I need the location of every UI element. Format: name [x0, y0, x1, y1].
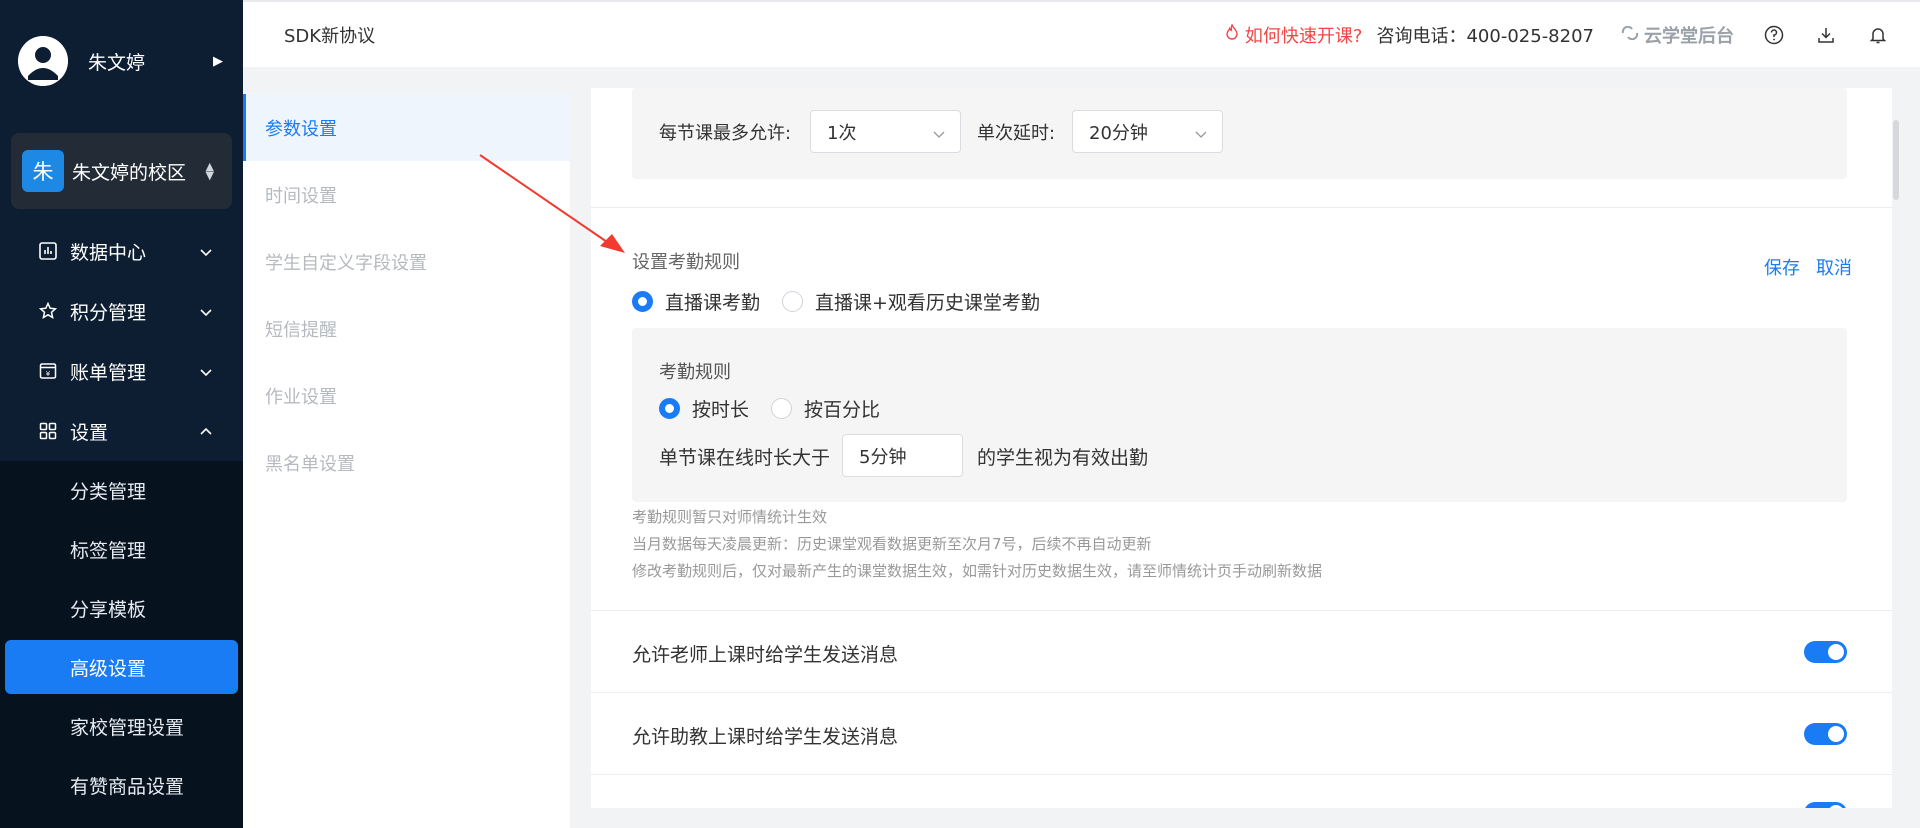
rule-type-group: 按时长 按百分比: [659, 395, 902, 422]
toggle-knob: [1828, 644, 1844, 660]
attendance-note: 当月数据每天凌晨更新：历史课堂观看数据更新至次月7号，后续不再自动更新: [632, 535, 1152, 553]
submenu-item-share-template[interactable]: 分享模板: [0, 579, 243, 638]
divider: [591, 774, 1892, 775]
chevron-down-icon: [199, 302, 213, 324]
duration-suffix: 的学生视为有效出勤: [977, 447, 1149, 469]
attendance-note: 考勤规则暂只对师情统计生效: [632, 508, 828, 526]
menu-label: 账单管理: [70, 361, 147, 384]
bill-icon: ¥: [38, 361, 58, 381]
divider: [591, 692, 1892, 693]
chevron-down-icon: [932, 125, 946, 146]
menu-item-bills[interactable]: ¥ 账单管理: [0, 341, 243, 401]
subnav-blacklist[interactable]: 黑名单设置: [243, 429, 570, 496]
menu-item-settings[interactable]: 设置: [0, 401, 243, 461]
duration-prefix: 单节课在线时长大于: [659, 447, 831, 469]
page-title: SDK新协议: [284, 25, 376, 47]
submenu-item-tags[interactable]: 标签管理: [0, 520, 243, 579]
campus-name: 朱文婷的校区: [72, 161, 187, 184]
campus-badge: 朱: [22, 150, 64, 192]
max-delay-select[interactable]: 1次: [810, 110, 961, 153]
menu-item-points[interactable]: 积分管理: [0, 281, 243, 341]
radio-live-attendance[interactable]: [632, 291, 653, 312]
backend-label: 云学堂后台: [1644, 25, 1734, 47]
toggle-assistant-msg[interactable]: [1804, 723, 1847, 745]
top-header: SDK新协议 如何快速开课? 咨询电话：400-025-8207 云学堂后台: [243, 0, 1920, 67]
user-profile[interactable]: 朱文婷 ▶: [0, 0, 243, 122]
submenu-item-advanced[interactable]: 高级设置: [5, 640, 238, 694]
submenu-item-category[interactable]: 分类管理: [0, 461, 243, 520]
phone-label: 咨询电话：400-025-8207: [1376, 25, 1594, 47]
toggle-knob: [1828, 726, 1844, 742]
user-avatar-icon: [18, 36, 68, 86]
chevron-down-icon: [199, 362, 213, 384]
attendance-mode-group: 直播课考勤 直播课+观看历史课堂考勤: [632, 288, 1062, 315]
quick-start-label: 如何快速开课?: [1244, 25, 1363, 47]
duration-input[interactable]: 5分钟: [842, 434, 963, 477]
caret-right-icon[interactable]: ▶: [213, 54, 223, 69]
toggle-label-teacher-msg: 允许老师上课时给学生发送消息: [632, 644, 899, 666]
campus-switcher[interactable]: 朱 朱文婷的校区 ▲ ▼: [11, 133, 232, 209]
max-delay-label: 每节课最多允许:: [659, 123, 792, 144]
attendance-title: 设置考勤规则: [632, 252, 740, 273]
user-name: 朱文婷: [88, 51, 146, 74]
radio-label: 直播课考勤: [665, 292, 761, 314]
sidebar: 朱文婷 ▶ 朱 朱文婷的校区 ▲ ▼ 数据中心 积分管理 ¥ 账单管理 设置 分…: [0, 0, 243, 828]
divider: [591, 207, 1892, 208]
chevron-up-icon: [199, 422, 213, 444]
chevron-down-icon: [1194, 125, 1208, 146]
svg-text:¥: ¥: [46, 370, 51, 378]
subnav-student-fields[interactable]: 学生自定义字段设置: [243, 228, 570, 295]
bell-icon[interactable]: [1866, 23, 1890, 47]
subnav-sms[interactable]: 短信提醒: [243, 295, 570, 362]
radio-label: 按时长: [692, 399, 750, 421]
chart-icon: [38, 241, 58, 261]
menu-label: 数据中心: [70, 241, 147, 264]
chevron-down-icon: [199, 242, 213, 264]
subnav-time[interactable]: 时间设置: [243, 161, 570, 228]
toggle-partial[interactable]: [1804, 802, 1847, 808]
subnav-homework[interactable]: 作业设置: [243, 362, 570, 429]
cancel-button[interactable]: 取消: [1816, 254, 1852, 280]
toggle-knob: [1828, 805, 1844, 808]
header-actions: 如何快速开课? 咨询电话：400-025-8207 云学堂后台: [1225, 22, 1890, 48]
menu-label: 设置: [70, 421, 109, 444]
radio-by-percentage[interactable]: [771, 398, 793, 419]
submenu-item-home-school[interactable]: 家校管理设置: [0, 697, 243, 756]
radio-live-plus-history[interactable]: [782, 291, 804, 312]
rule-title: 考勤规则: [659, 362, 731, 383]
settings-panel: 每节课最多允许: 1次 单次延时: 20分钟 设置考勤规则 保存 取消 直播课考…: [591, 88, 1892, 808]
subnav-params[interactable]: 参数设置: [243, 94, 570, 161]
divider: [591, 610, 1892, 611]
fire-icon: [1225, 23, 1239, 45]
toggle-label-assistant-msg: 允许助教上课时给学生发送消息: [632, 726, 899, 748]
radio-by-duration[interactable]: [659, 398, 680, 419]
radio-label: 按百分比: [804, 399, 881, 421]
menu-label: 积分管理: [70, 301, 147, 324]
max-delay-value: 1次: [827, 122, 857, 144]
submenu-item-youzan[interactable]: 有赞商品设置: [0, 756, 243, 815]
single-delay-label: 单次延时:: [977, 123, 1056, 144]
menu-item-data-center[interactable]: 数据中心: [0, 221, 243, 281]
grid-icon: [38, 421, 58, 441]
scrollbar[interactable]: [1893, 120, 1899, 200]
backend-link[interactable]: 云学堂后台: [1620, 22, 1734, 48]
settings-nav: 参数设置 时间设置 学生自定义字段设置 短信提醒 作业设置 黑名单设置: [243, 67, 570, 828]
toggle-teacher-msg[interactable]: [1804, 641, 1847, 663]
single-delay-select[interactable]: 20分钟: [1072, 110, 1223, 153]
settings-submenu: 分类管理 标签管理 分享模板 高级设置 家校管理设置 有赞商品设置: [0, 461, 243, 828]
single-delay-value: 20分钟: [1089, 122, 1148, 144]
download-icon[interactable]: [1814, 23, 1838, 47]
radio-label: 直播课+观看历史课堂考勤: [815, 292, 1040, 314]
main-menu: 数据中心 积分管理 ¥ 账单管理 设置: [0, 221, 243, 461]
attendance-note: 修改考勤规则后，仅对最新产生的课堂数据生效，如需针对历史数据生效，请至师情统计页…: [632, 562, 1323, 580]
star-icon: [38, 301, 58, 321]
swap-icon: [1620, 24, 1640, 45]
sort-arrows-icon: ▲ ▼: [205, 160, 214, 182]
quick-start-link[interactable]: 如何快速开课?: [1225, 22, 1363, 48]
save-button[interactable]: 保存: [1764, 254, 1800, 280]
help-icon[interactable]: [1762, 23, 1786, 47]
avatar: [18, 36, 68, 86]
